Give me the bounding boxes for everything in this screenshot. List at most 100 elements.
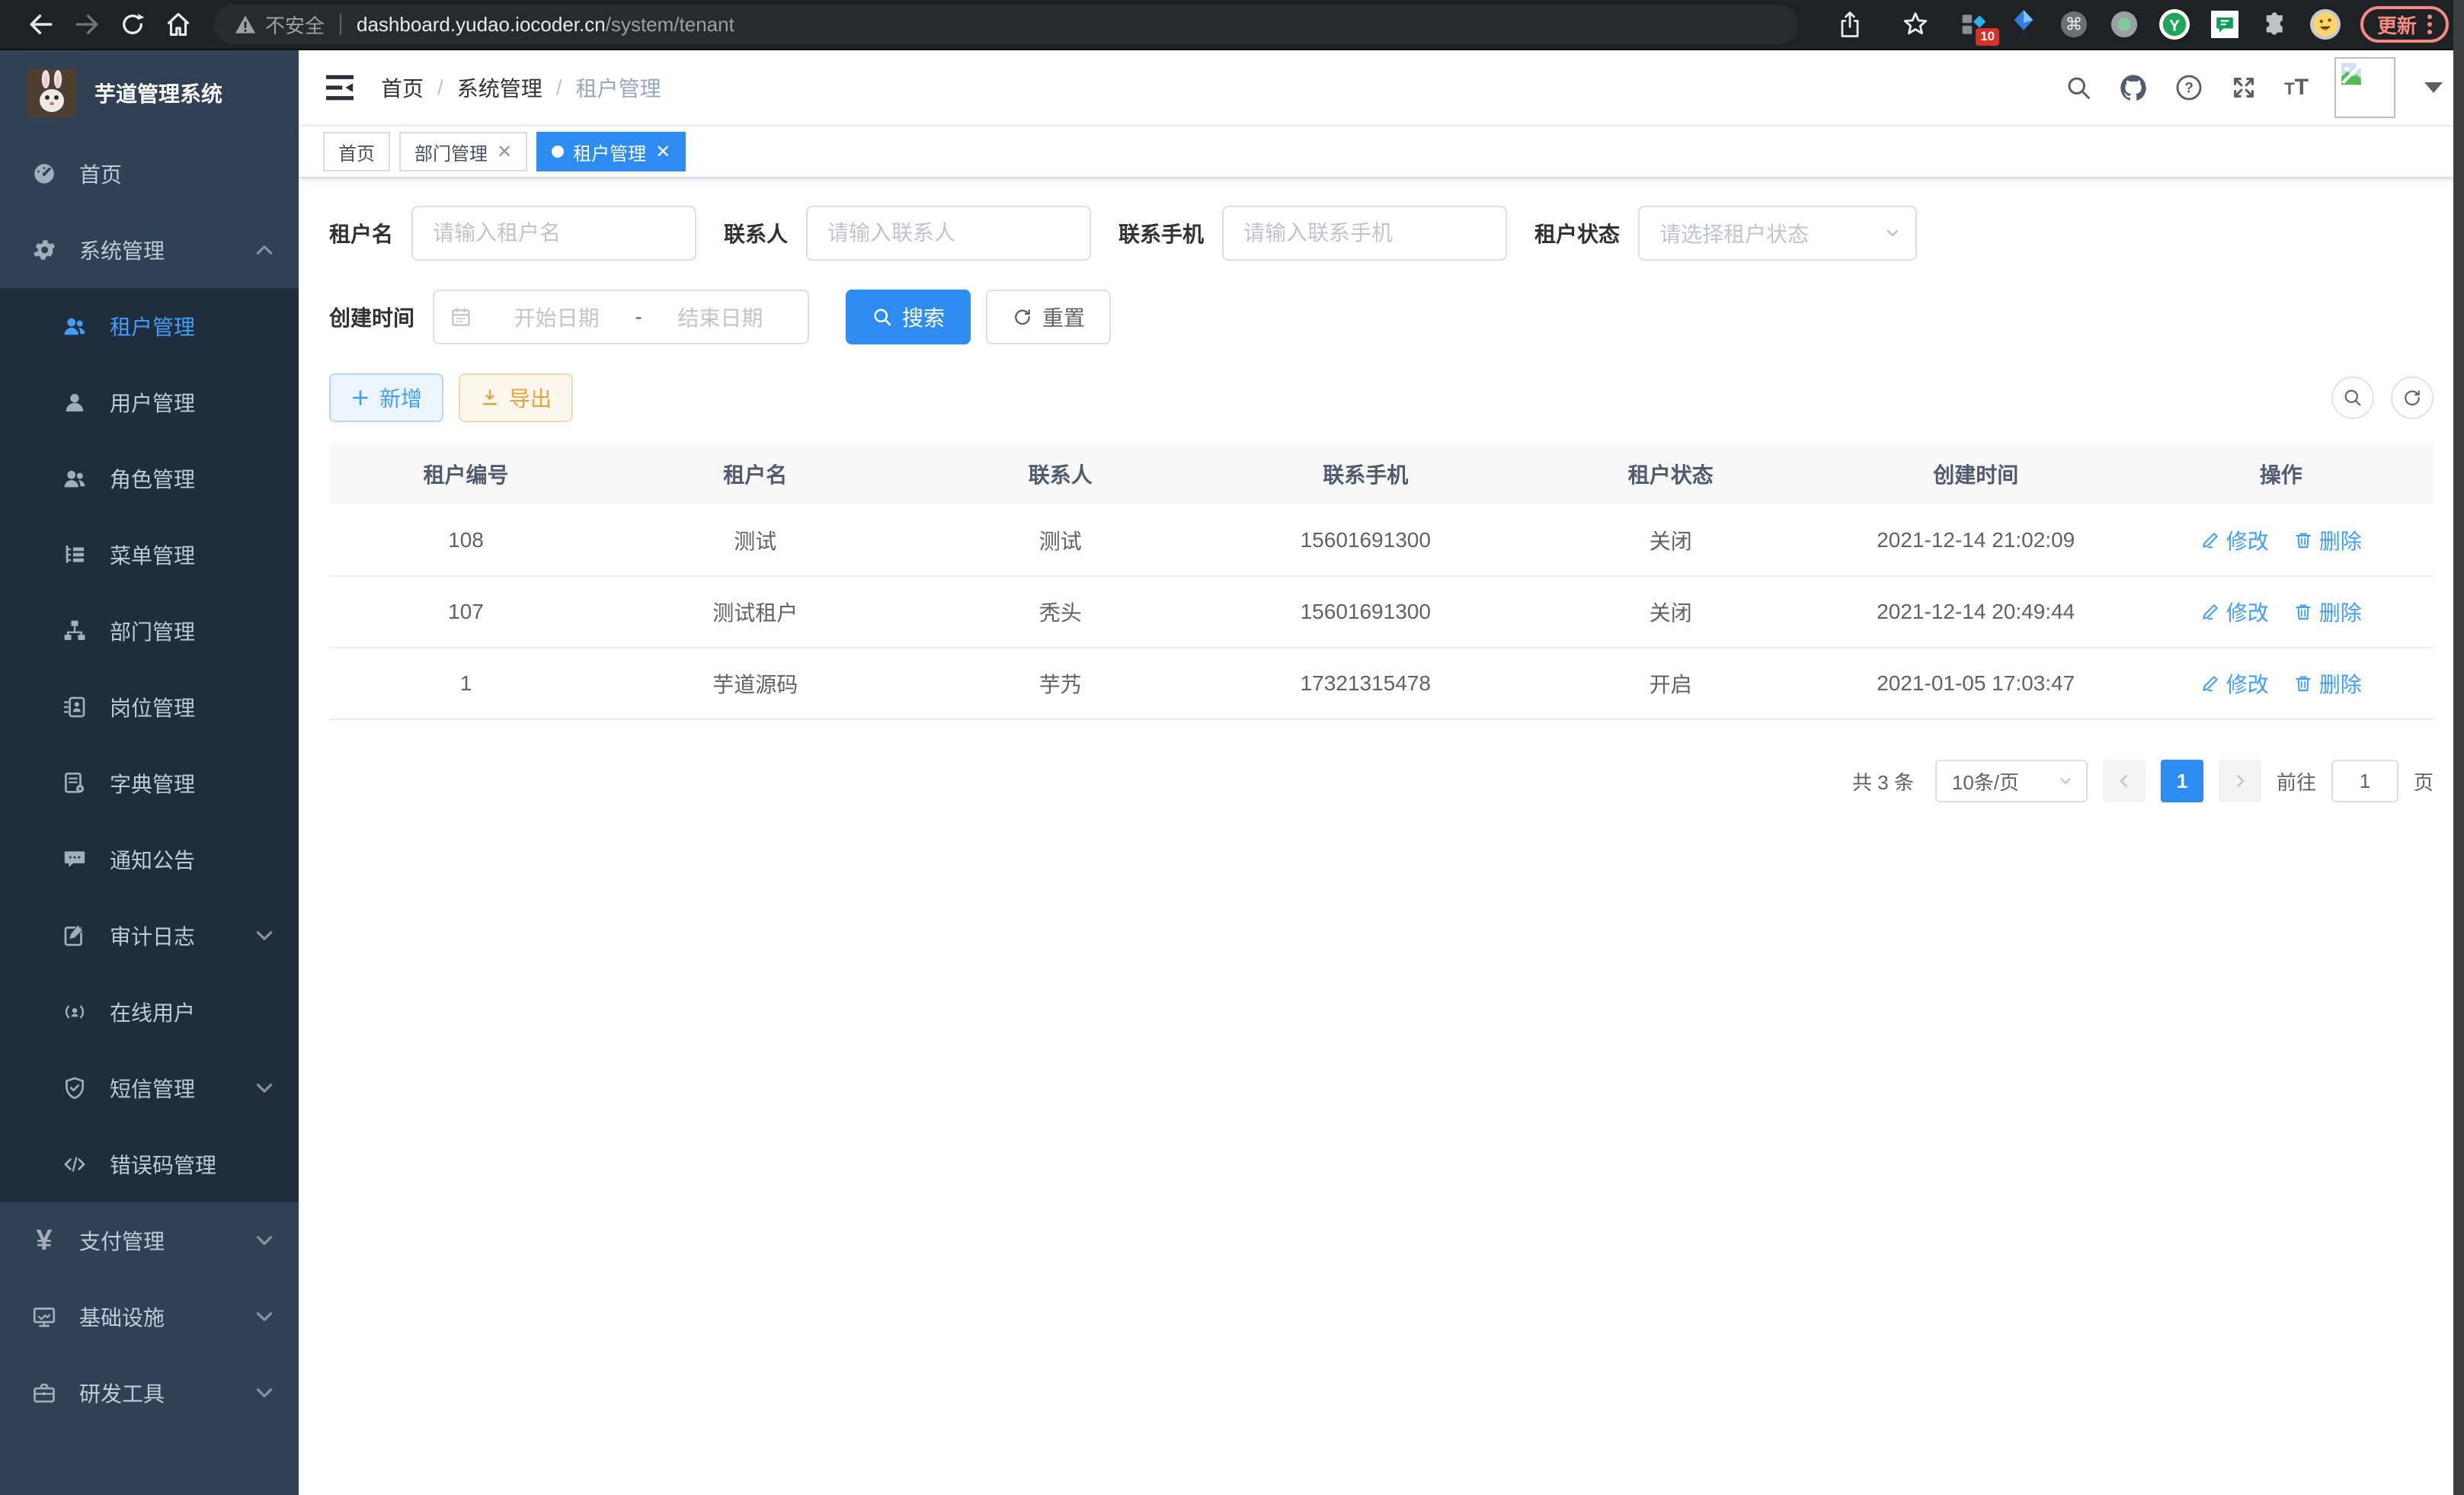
sidebar-item-sms[interactable]: 短信管理 xyxy=(0,1050,299,1126)
chevron-down-icon xyxy=(251,1075,271,1101)
chevron-down-icon xyxy=(251,1228,271,1253)
sidebar-item-error-code[interactable]: 错误码管理 xyxy=(0,1126,299,1202)
contact-input[interactable] xyxy=(808,207,1090,259)
sidebar-item-dept[interactable]: 部门管理 xyxy=(0,593,299,669)
tab-dept[interactable]: 部门管理✕ xyxy=(399,132,527,171)
help-icon[interactable]: ? xyxy=(2174,73,2203,102)
table-row[interactable]: 1芋道源码芋艿17321315478开启2021-01-05 17:03:47修… xyxy=(329,648,2434,719)
sidebar-item-post[interactable]: 岗位管理 xyxy=(0,669,299,745)
bookmark-star-icon[interactable] xyxy=(1893,5,1938,44)
font-size-icon[interactable]: TT xyxy=(2284,75,2309,101)
sidebar-item-label: 租户管理 xyxy=(110,311,195,341)
breadcrumb-system[interactable]: 系统管理 xyxy=(457,72,542,103)
breadcrumb-home[interactable]: 首页 xyxy=(381,72,424,103)
close-tab-icon[interactable]: ✕ xyxy=(655,141,670,163)
browser-reload-icon[interactable] xyxy=(110,5,155,44)
close-tab-icon[interactable]: ✕ xyxy=(497,141,512,163)
roles-icon xyxy=(61,465,88,492)
sidebar-item-label: 支付管理 xyxy=(79,1225,165,1256)
extension-kite-icon[interactable] xyxy=(2008,9,2039,40)
sidebar-item-dict[interactable]: 字典管理 xyxy=(0,745,299,821)
cell-contact: 测试 xyxy=(908,504,1213,576)
extension-command-icon[interactable]: ⌘ xyxy=(2059,9,2089,40)
security-label[interactable]: 不安全 xyxy=(265,11,325,39)
mobile-input[interactable] xyxy=(1224,207,1506,259)
edit-link[interactable]: 修改 xyxy=(2200,668,2269,699)
sidebar-item-home[interactable]: 首页 xyxy=(0,136,299,212)
sidebar-item-menu[interactable]: 菜单管理 xyxy=(0,517,299,593)
sidebar-item-audit-log[interactable]: 审计日志 xyxy=(0,898,299,974)
sidebar-item-label: 基础设施 xyxy=(79,1301,165,1332)
share-icon[interactable] xyxy=(1827,5,1873,44)
extension-emoji-avatar[interactable] xyxy=(2310,9,2341,40)
export-button[interactable]: 导出 xyxy=(459,373,573,422)
sidebar-item-label: 研发工具 xyxy=(79,1378,165,1408)
extension-puzzle-icon[interactable] xyxy=(2260,9,2290,40)
add-button[interactable]: 新增 xyxy=(329,373,443,422)
tab-home[interactable]: 首页 xyxy=(323,132,390,171)
sidebar-item-pay[interactable]: ¥支付管理 xyxy=(0,1202,299,1279)
error-code-icon xyxy=(61,1151,88,1178)
prev-page-button[interactable] xyxy=(2103,760,2146,802)
sidebar-item-notice[interactable]: 通知公告 xyxy=(0,821,299,898)
sidebar-item-tools[interactable]: 研发工具 xyxy=(0,1355,299,1431)
delete-link[interactable]: 删除 xyxy=(2293,525,2362,555)
table-row[interactable]: 107测试租户秃头15601691300关闭2021-12-14 20:49:4… xyxy=(329,576,2434,648)
github-icon[interactable] xyxy=(2118,72,2149,103)
browser-home-icon[interactable] xyxy=(155,5,201,44)
refresh-table-button[interactable] xyxy=(2391,376,2434,419)
page-number-1[interactable]: 1 xyxy=(2161,760,2203,802)
reset-button[interactable]: 重置 xyxy=(986,290,1111,344)
extension-chat-icon[interactable] xyxy=(2210,9,2240,40)
column-header: 租户名 xyxy=(603,443,907,504)
edit-link[interactable]: 修改 xyxy=(2200,525,2269,555)
sidebar-item-tenant[interactable]: 租户管理 xyxy=(0,288,299,364)
avatar-dropdown-caret[interactable] xyxy=(2424,82,2443,93)
browser-menu-icon[interactable] xyxy=(2427,14,2432,34)
table-row[interactable]: 108测试测试15601691300关闭2021-12-14 21:02:09修… xyxy=(329,504,2434,576)
delete-link[interactable]: 删除 xyxy=(2293,597,2362,627)
extension-y-icon[interactable]: Y xyxy=(2159,9,2190,40)
header-search-icon[interactable] xyxy=(2065,74,2092,101)
delete-link[interactable]: 删除 xyxy=(2293,668,2362,699)
sidebar-collapse-icon[interactable] xyxy=(320,68,360,107)
browser-back-icon[interactable] xyxy=(18,5,64,44)
browser-update-button[interactable]: 更新 xyxy=(2360,6,2449,43)
sidebar-menu: 首页系统管理租户管理用户管理角色管理菜单管理部门管理岗位管理字典管理通知公告审计… xyxy=(0,136,299,1431)
sidebar-item-online-user[interactable]: 在线用户 xyxy=(0,974,299,1050)
sidebar-item-system[interactable]: 系统管理 xyxy=(0,212,299,288)
extension-tabs-icon[interactable]: 10 xyxy=(1958,9,1989,40)
filter-row-2: 创建时间 开始日期 - 结束日期 搜索 重置 xyxy=(329,290,2434,344)
user-avatar[interactable] xyxy=(2334,57,2395,118)
url-path[interactable]: /system/tenant xyxy=(606,13,734,37)
cell-created: 2021-01-05 17:03:47 xyxy=(1823,648,2128,719)
column-header: 租户状态 xyxy=(1518,443,1823,504)
window-scrollbar-track[interactable] xyxy=(2453,0,2464,1495)
trash-icon xyxy=(2293,602,2313,622)
sidebar-item-role[interactable]: 角色管理 xyxy=(0,440,299,517)
toggle-search-button[interactable] xyxy=(2331,376,2374,419)
logo-rabbit-image xyxy=(27,69,76,117)
svg-text:?: ? xyxy=(2184,81,2194,97)
end-date-placeholder: 结束日期 xyxy=(648,302,792,332)
security-warning-icon[interactable] xyxy=(235,14,256,34)
sidebar-item-user[interactable]: 用户管理 xyxy=(0,364,299,440)
browser-forward-icon[interactable] xyxy=(64,5,110,44)
next-page-button[interactable] xyxy=(2219,760,2261,802)
sidebar-logo[interactable]: 芋道管理系统 xyxy=(0,50,299,136)
page-size-select[interactable]: 10条/页 xyxy=(1935,760,2088,802)
search-button[interactable]: 搜索 xyxy=(846,290,971,344)
sidebar-item-infra[interactable]: 基础设施 xyxy=(0,1279,299,1355)
tenant-name-input[interactable] xyxy=(413,207,695,259)
url-host[interactable]: dashboard.yudao.iocoder.cn xyxy=(357,13,606,37)
tab-tenant[interactable]: 租户管理✕ xyxy=(536,132,686,171)
status-select[interactable]: 请选择租户状态 xyxy=(1638,206,1917,261)
tenant-name-label: 租户名 xyxy=(329,218,393,248)
fullscreen-icon[interactable] xyxy=(2229,73,2258,102)
create-time-range-picker[interactable]: 开始日期 - 结束日期 xyxy=(433,290,809,344)
address-bar[interactable]: 不安全 dashboard.yudao.iocoder.cn/system/te… xyxy=(213,5,1798,44)
goto-page-input[interactable] xyxy=(2333,761,2397,801)
edit-link[interactable]: 修改 xyxy=(2200,597,2269,627)
extension-recorder-icon[interactable] xyxy=(2109,9,2139,40)
page-size-value: 10条/页 xyxy=(1952,767,2019,796)
